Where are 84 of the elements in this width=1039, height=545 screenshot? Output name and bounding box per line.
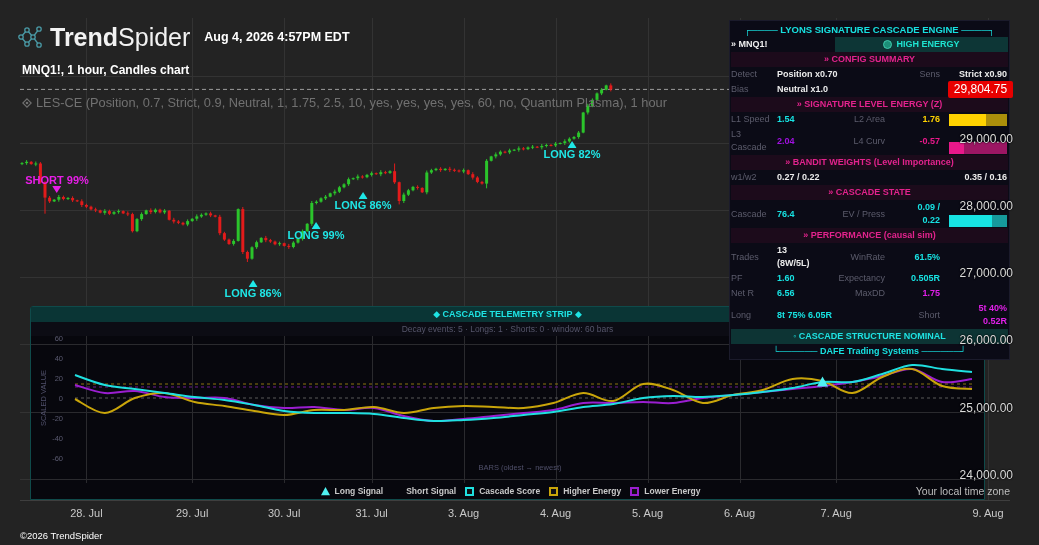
legend-label: Cascade Score [479, 486, 541, 496]
date-axis-label: 29. Jul [176, 507, 209, 520]
timestamp: Aug 4, 2026 4:57PM EDT [204, 29, 350, 45]
price-axis-label: 28,000.00 [959, 199, 1013, 214]
metric-label: Cascade [731, 208, 767, 219]
price-axis-label: 27,000.00 [959, 266, 1013, 281]
metric-label: L4 Curv [853, 135, 885, 146]
date-axis-label: 5. Aug [632, 507, 664, 520]
metric-value: Neutral x1.0 [777, 84, 829, 94]
date-axis-label: 4. Aug [540, 507, 572, 520]
metric-value: -0.57 [919, 135, 940, 146]
metric-value: 1.75 [922, 288, 940, 298]
down-triangle-icon [52, 186, 62, 193]
panel-title: ┌──── LYONS SIGNATURE CASCADE ENGINE ────┐ [744, 22, 995, 36]
up-triangle-icon [311, 222, 321, 229]
copyright-text: ©2026 TrendSpider [20, 530, 103, 541]
signal-label: LONG 82% [543, 148, 601, 160]
metric-value: 1.76 [922, 114, 940, 124]
metric-label: L2 Area [853, 114, 885, 124]
up-triangle-icon [248, 280, 258, 287]
metric-value: 76.4 [777, 208, 795, 219]
metric-label: L1 Speed [731, 114, 770, 124]
metric-label: Detect [731, 69, 757, 79]
metric-label: Sens [919, 69, 940, 79]
metric-label: WinRate [850, 251, 885, 262]
signal-label: LONG 86% [224, 287, 282, 299]
metric-value: 0.09 / 0.22 [917, 202, 940, 225]
metric-label: Bias [731, 84, 749, 94]
metric-value: 0.27 / 0.22 [777, 172, 820, 182]
signal-label: LONG 86% [334, 199, 392, 211]
brand-name: TrendSpider [50, 24, 191, 50]
legend-label: Short Signal [406, 486, 457, 496]
metric-value: 2.04 [777, 135, 795, 146]
metric-label: PF [731, 273, 743, 283]
section-title: » CASCADE STATE [828, 186, 911, 199]
symbol-label: » MNQ1! [731, 38, 768, 51]
date-axis-label: 6. Aug [724, 507, 756, 520]
metric-label: Expectancy [838, 273, 885, 283]
metric-label: EV / Press [842, 208, 885, 219]
section-title: » CONFIG SUMMARY [823, 53, 916, 66]
date-axis-label: 3. Aug [448, 507, 480, 520]
status-text: HIGH ENERGY [896, 38, 960, 51]
date-axis-label: 9. Aug [972, 507, 1004, 520]
network-logo-icon [18, 25, 44, 49]
price-axis-label: 25,000.00 [959, 400, 1013, 415]
metric-value: 5t 40% 0.52R [978, 303, 1007, 326]
date-axis-label: 30. Jul [268, 507, 301, 520]
status-text: ◦ CASCADE STRUCTURE NOMINAL [793, 330, 946, 343]
panel-subtitle: Decay events: 5 · Longs: 1 · Shorts: 0 · window: 60 bars [401, 324, 614, 334]
date-axis-label: 28. Jul [70, 507, 103, 520]
metric-value: 61.5% [914, 251, 940, 262]
diamond-icon [22, 98, 32, 108]
status-dot-icon [883, 40, 893, 49]
metric-label: Long [731, 309, 752, 320]
metric-value: 8t 75% 6.05R [777, 309, 833, 320]
up-triangle-icon [567, 141, 577, 148]
section-title: » PERFORMANCE (causal sim) [803, 229, 936, 242]
price-axis-label: 24,000.00 [959, 467, 1013, 482]
legend-label: Higher Energy [563, 486, 622, 496]
date-axis-label: 31. Jul [355, 507, 388, 520]
metric-label: w1/w2 [731, 172, 757, 182]
metric-value: 0.505R [910, 273, 940, 283]
metric-value: 13 (8W/5L) [777, 245, 810, 268]
metric-label: Trades [731, 251, 759, 262]
metric-value: 6.56 [777, 288, 795, 298]
metric-label: MaxDD [855, 288, 885, 298]
metric-value: 0.35 / 0.16 [964, 172, 1007, 182]
metric-label: L3 Cascade [731, 129, 767, 152]
up-triangle-icon [358, 192, 368, 199]
section-title: » BANDIT WEIGHTS (Level Importance) [785, 156, 954, 169]
metric-value: 1.60 [777, 273, 795, 283]
metric-value: Strict x0.90 [958, 69, 1007, 79]
date-axis-label: 7. Aug [820, 507, 852, 520]
metric-value: Position x0.70 [777, 69, 838, 79]
panel-title: ◆ CASCADE TELEMETRY STRIP ◆ [433, 309, 582, 320]
metric-value: 1.54 [777, 114, 795, 124]
metric-label: Net R [731, 288, 754, 298]
panel-footer: └────── DAFE Trading Systems ──────┘ [772, 345, 967, 358]
timezone-label: Your local time zone [915, 485, 1010, 497]
chart-title: MNQ1!, 1 hour, Candles chart [22, 63, 190, 77]
legend-label: Long Signal [334, 486, 384, 496]
section-title: » SIGNATURE LEVEL ENERGY (Z) [796, 98, 943, 111]
legend-label: Lower Energy [644, 486, 701, 496]
metric-label: Short [918, 309, 940, 320]
